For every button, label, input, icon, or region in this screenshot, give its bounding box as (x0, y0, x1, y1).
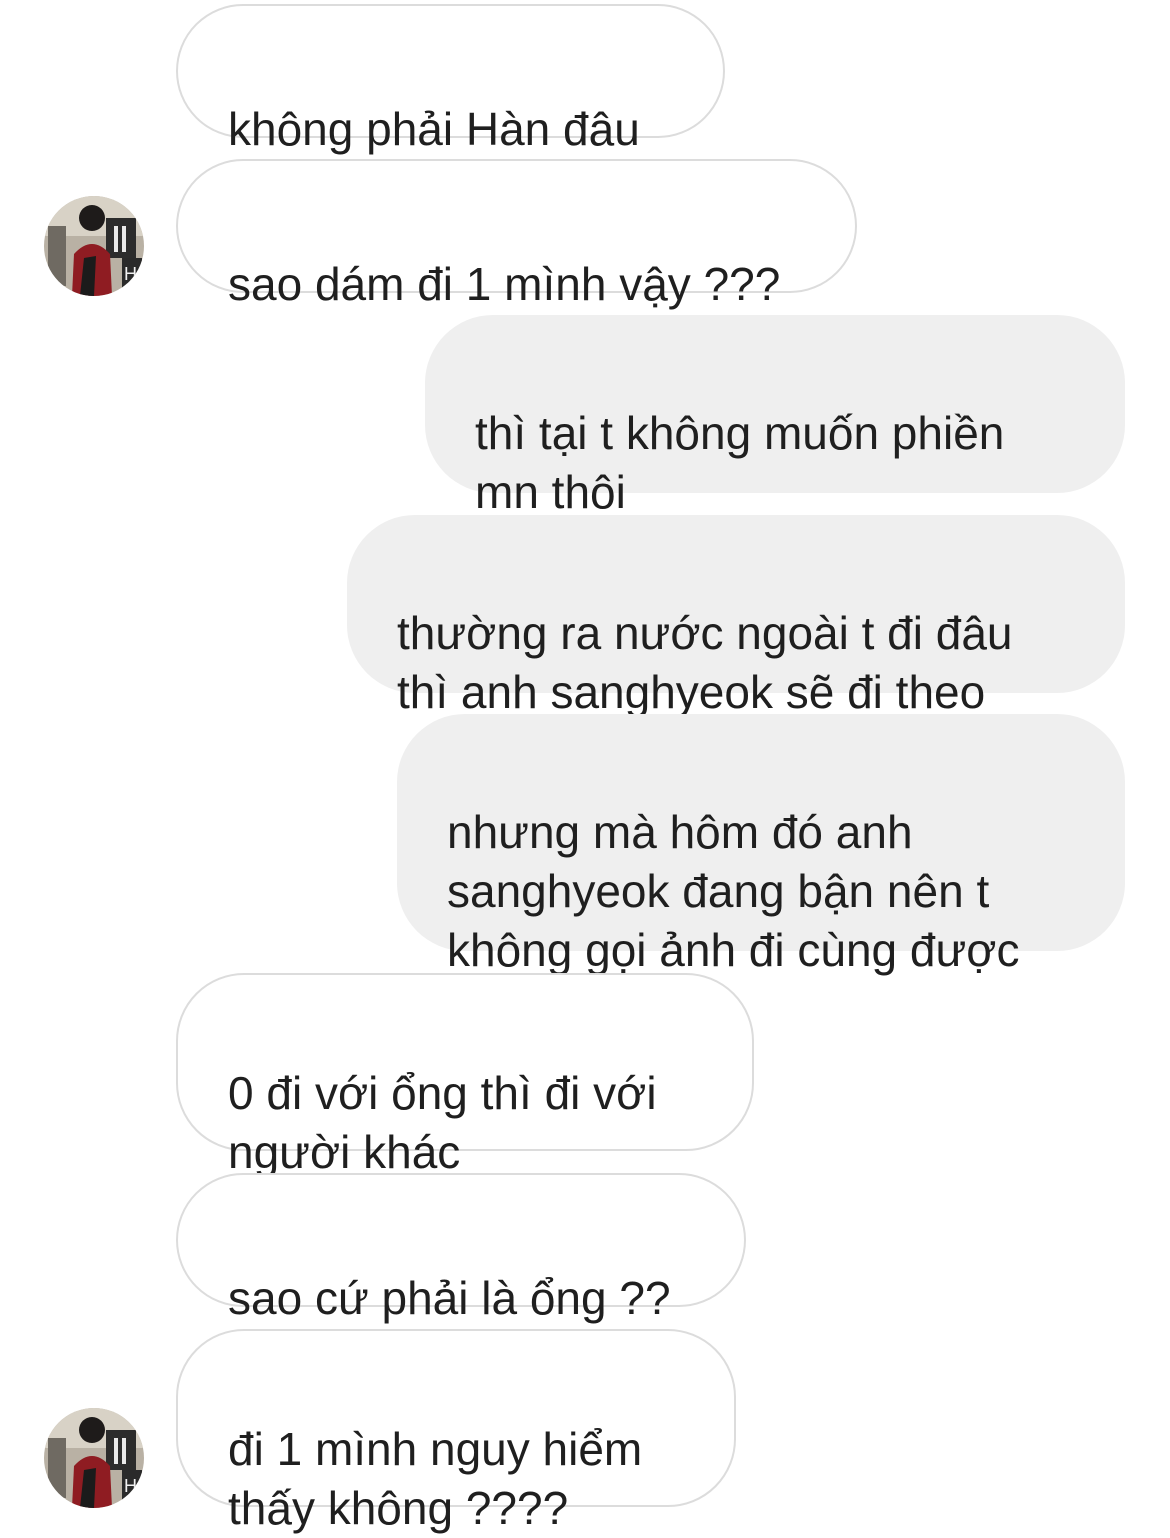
message-text: thì tại t không muốn phiền mn thôi (475, 407, 1005, 518)
incoming-message-bubble[interactable]: 0 đi với ổng thì đi với người khác (176, 973, 754, 1178)
message-text: 0 đi với ổng thì đi với người khác (228, 1067, 657, 1178)
incoming-message-bubble[interactable]: sao dám đi 1 mình vậy ??? (176, 159, 857, 310)
incoming-message-bubble[interactable]: không phải Hàn đâu (176, 4, 725, 155)
avatar-photo-icon: HO (44, 1408, 144, 1508)
avatar-photo-icon: HO (44, 196, 144, 296)
svg-text:HO: HO (124, 264, 144, 284)
incoming-message-bubble[interactable]: đi 1 mình nguy hiểm thấy không ???? (176, 1329, 736, 1534)
outgoing-message-bubble[interactable]: nhưng mà hôm đó anh sanghyeok đang bận n… (397, 714, 1125, 976)
sender-avatar[interactable]: HO (44, 1408, 144, 1508)
outgoing-message-bubble[interactable]: thường ra nước ngoài t đi đâu thì anh sa… (347, 515, 1125, 718)
message-text: đi 1 mình nguy hiểm thấy không ???? (228, 1423, 643, 1534)
incoming-message-bubble[interactable]: sao cứ phải là ổng ?? (176, 1173, 746, 1324)
message-text: nhưng mà hôm đó anh sanghyeok đang bận n… (447, 806, 1020, 976)
message-text: sao dám đi 1 mình vậy ??? (228, 258, 781, 310)
message-text: sao cứ phải là ổng ?? (228, 1272, 671, 1324)
message-text: thường ra nước ngoài t đi đâu thì anh sa… (397, 607, 1013, 718)
message-text: không phải Hàn đâu (228, 103, 640, 155)
outgoing-message-bubble[interactable]: thì tại t không muốn phiền mn thôi (425, 315, 1125, 518)
svg-text:HO: HO (124, 1476, 144, 1496)
sender-avatar[interactable]: HO (44, 196, 144, 296)
